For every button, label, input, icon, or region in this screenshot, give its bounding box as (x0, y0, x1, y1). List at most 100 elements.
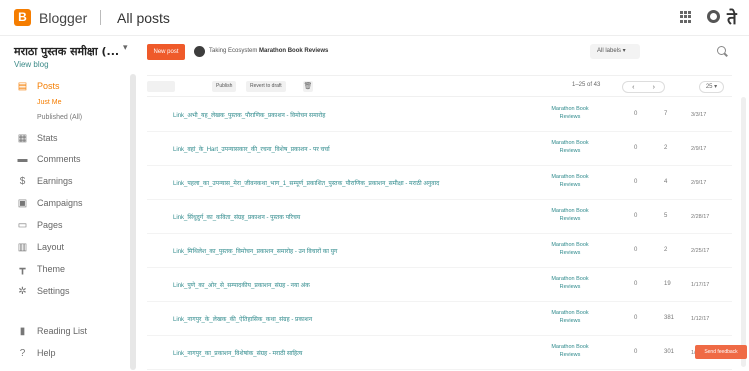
earnings-icon: $ (19, 175, 26, 187)
post-author[interactable]: Marathon Book Reviews (546, 105, 594, 121)
table-row[interactable]: Link_पुणे_का_ओर_से_सम्पादकीय_प्रकाशन_संग… (147, 269, 732, 302)
table-row[interactable]: Link_वहां_के_Hart_उपन्यासकार_की_रचना_विश… (147, 133, 732, 166)
sidebar-subitem-just-me[interactable]: Just Me (37, 99, 62, 106)
sidebar-item-stats[interactable]: ▦ Stats (17, 130, 58, 146)
post-author[interactable]: Marathon Book Reviews (546, 309, 594, 325)
sidebar-subitem-published[interactable]: Published (All) (37, 114, 82, 121)
layout-icon: ▥ (17, 241, 28, 253)
post-views: 4 (664, 179, 668, 185)
page-title: All posts (117, 10, 170, 26)
sidebar-item-label: Comments (37, 154, 81, 164)
post-title[interactable]: Link_पुणे_का_ओर_से_सम्पादकीय_प्रकाशन_संग… (173, 281, 310, 289)
table-row[interactable]: Link_पहला_का_उपन्यास_मेरा_जीवनकथा_भाग_1_… (147, 167, 732, 200)
sidebar-item-label: Theme (37, 264, 66, 274)
stats-icon: ▦ (17, 132, 28, 144)
table-row[interactable]: Link_नागपुर_का_प्रकाशन_विशेषांक_संग्रह -… (147, 337, 732, 370)
post-author[interactable]: Marathon Book Reviews (546, 139, 594, 155)
post-title[interactable]: Link_नागपुर_के_लेखक_की_ऐतिहासिक_कथा_संग्… (173, 315, 312, 323)
post-date: 1/17/17 (691, 282, 710, 288)
main-scrollbar[interactable] (741, 97, 746, 367)
sidebar-item-help[interactable]: ? Help (17, 345, 56, 361)
post-date: 2/9/17 (691, 180, 707, 186)
post-author[interactable]: Marathon Book Reviews (546, 241, 594, 257)
table-row[interactable]: Link_नागपुर_के_लेखक_की_ऐतिहासिक_कथा_संग्… (147, 303, 732, 336)
post-title[interactable]: Link_पहला_का_उपन्यास_मेरा_जीवनकथा_भाग_1_… (173, 179, 439, 187)
view-blog-link[interactable]: View blog (14, 60, 49, 69)
post-author[interactable]: Marathon Book Reviews (546, 275, 594, 291)
search-icon[interactable] (717, 46, 726, 55)
revert-to-draft-button[interactable]: Revert to draft (246, 81, 286, 92)
post-views: 19 (664, 281, 671, 287)
sidebar-item-label: Posts (37, 81, 60, 91)
top-bar: B Blogger All posts ते (0, 0, 749, 36)
per-page-dropdown[interactable]: 25 ▾ (699, 81, 724, 93)
select-all-checkbox[interactable] (147, 81, 175, 92)
post-date: 3/3/17 (691, 112, 707, 118)
sidebar-item-settings[interactable]: ✲ Settings (17, 283, 70, 299)
post-date: 2/28/17 (691, 214, 710, 220)
post-comments[interactable]: 0 (634, 111, 637, 117)
post-comments[interactable]: 0 (634, 315, 637, 321)
post-views: 2 (664, 145, 668, 151)
author-name[interactable]: Marathon Book Reviews (259, 48, 328, 54)
pagination: ‹ › (622, 81, 665, 93)
post-title[interactable]: Link_नागपुर_का_प्रकाशन_विशेषांक_संग्रह -… (173, 349, 302, 357)
blog-name[interactable]: मराठा पुस्तक समीक्षा (... (14, 44, 119, 59)
sidebar-item-label: Help (37, 348, 56, 358)
brand-name[interactable]: Blogger (39, 10, 87, 26)
sidebar-item-label: Stats (37, 133, 58, 143)
sidebar-item-label: Settings (37, 286, 70, 296)
sidebar-item-comments[interactable]: ▬ Comments (17, 151, 81, 167)
posts-icon: ▤ (17, 80, 28, 92)
post-comments[interactable]: 0 (634, 213, 637, 219)
author-line: Taking Ecosystem Marathon Book Reviews (209, 48, 328, 54)
sidebar-item-layout[interactable]: ▥ Layout (17, 239, 64, 255)
table-row[interactable]: Link_अभी_यह_लेखक_पुस्तक_पौराणिक_प्रकाशन … (147, 99, 732, 132)
post-title[interactable]: Link_सिंधुदुर्ग_का_कविता_संग्रह_प्रकाशन … (173, 213, 300, 221)
labels-dropdown[interactable]: All labels ▾ (590, 44, 640, 59)
new-post-button[interactable]: New post (147, 44, 185, 60)
header-divider (100, 10, 101, 25)
post-date: 2/25/17 (691, 248, 710, 254)
post-title[interactable]: Link_मिथिलेश_का_पुस्तक_विमोचन_प्रकाशन_सम… (173, 247, 337, 255)
post-title[interactable]: Link_वहां_के_Hart_उपन्यासकार_की_रचना_विश… (173, 145, 330, 153)
sidebar-item-label: Pages (37, 220, 63, 230)
post-author[interactable]: Marathon Book Reviews (546, 173, 594, 189)
table-row[interactable]: Link_सिंधुदुर्ग_का_कविता_संग्रह_प्रकाशन … (147, 201, 732, 234)
post-views: 381 (664, 315, 675, 321)
post-author[interactable]: Marathon Book Reviews (546, 343, 594, 359)
publish-button[interactable]: Publish (212, 81, 237, 92)
sidebar-item-label: Campaigns (37, 198, 83, 208)
campaigns-icon: ▣ (17, 197, 28, 209)
user-avatar[interactable]: ते (727, 6, 746, 29)
post-comments[interactable]: 0 (634, 281, 637, 287)
sidebar-item-earnings[interactable]: $ Earnings (17, 173, 73, 189)
send-feedback-button[interactable]: Send feedback (695, 345, 747, 359)
sidebar-item-theme[interactable]: ┳ Theme (17, 261, 65, 277)
sidebar-item-label: Layout (37, 242, 65, 252)
sidebar-item-label: Earnings (37, 176, 73, 186)
sidebar-item-posts[interactable]: ▤ Posts (17, 78, 60, 94)
table-row[interactable]: Link_मिथिलेश_का_पुस्तक_विमोचन_प्रकाशन_सम… (147, 235, 732, 268)
account-circle-icon[interactable] (707, 10, 720, 23)
next-page-icon[interactable]: › (653, 84, 655, 91)
prev-page-icon[interactable]: ‹ (632, 84, 634, 91)
post-comments[interactable]: 0 (634, 179, 637, 185)
sidebar-item-campaigns[interactable]: ▣ Campaigns (17, 195, 83, 211)
post-author[interactable]: Marathon Book Reviews (546, 207, 594, 223)
settings-icon: ✲ (18, 285, 27, 297)
sidebar-item-pages[interactable]: ▭ Pages (17, 217, 63, 233)
author-prefix: Taking Ecosystem (209, 48, 258, 54)
post-comments[interactable]: 0 (634, 145, 637, 151)
sidebar-scrollbar[interactable] (130, 74, 136, 370)
blogger-logo-icon[interactable]: B (14, 9, 31, 26)
delete-icon[interactable]: 🗑 (303, 81, 313, 92)
help-icon: ? (19, 347, 26, 359)
blog-switch-caret-icon[interactable]: ▾ (123, 42, 128, 53)
sidebar-item-reading-list[interactable]: ▮ Reading List (17, 323, 87, 339)
post-title[interactable]: Link_अभी_यह_लेखक_पुस्तक_पौराणिक_प्रकाशन … (173, 111, 325, 119)
apps-grid-icon[interactable] (680, 11, 692, 23)
post-comments[interactable]: 0 (634, 349, 637, 355)
post-comments[interactable]: 0 (634, 247, 637, 253)
author-avatar (194, 46, 205, 57)
